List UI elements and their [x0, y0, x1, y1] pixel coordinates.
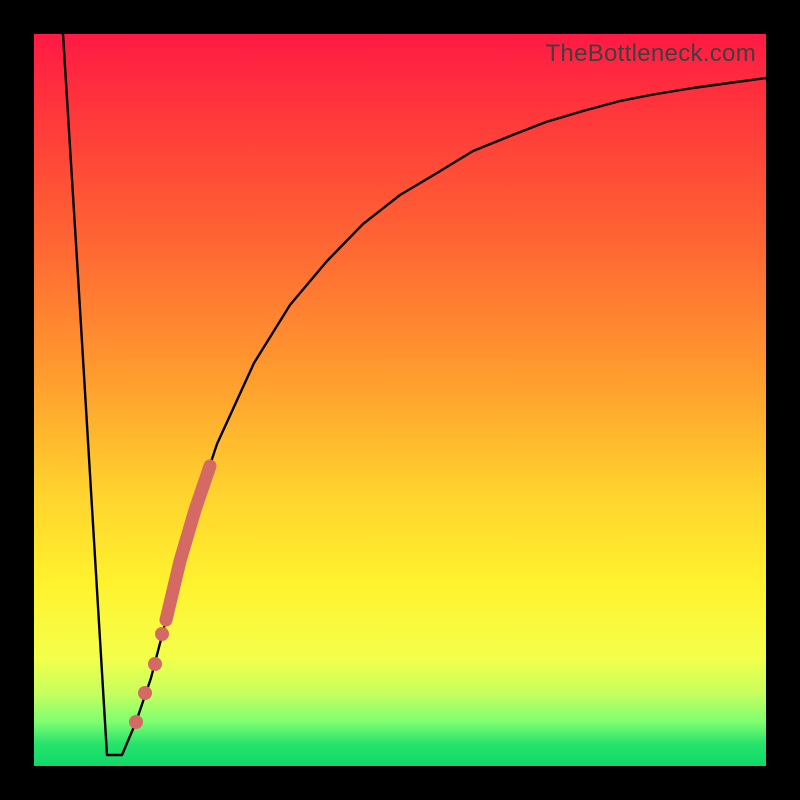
- chart-frame: TheBottleneck.com: [0, 0, 800, 800]
- highlight-dot: [148, 657, 162, 671]
- plot-area: TheBottleneck.com: [34, 34, 766, 766]
- bottleneck-curve: [34, 34, 766, 766]
- highlight-segment: [166, 466, 210, 620]
- curve-path: [63, 34, 766, 755]
- highlight-dot: [138, 686, 152, 700]
- highlight-dot: [155, 627, 169, 641]
- highlight-dot: [129, 715, 143, 729]
